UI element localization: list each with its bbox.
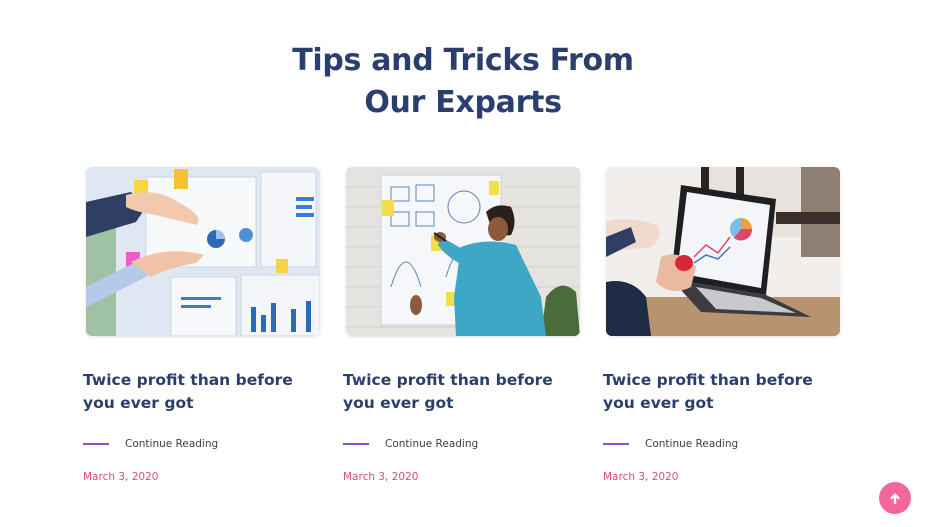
post-image-whiteboard[interactable] [346,167,580,336]
blog-section: Tips and Tricks From Our Exparts Twice p… [0,0,931,527]
section-title-line-1: Tips and Tricks From [292,43,634,78]
continue-reading-link[interactable]: Continue Reading [385,438,478,450]
continue-reading-link[interactable]: Continue Reading [125,438,218,450]
blog-card: Twice profit than before you ever got Co… [603,167,843,483]
blog-card: Twice profit than before you ever got Co… [83,167,323,483]
blog-card: Twice profit than before you ever got Co… [343,167,583,483]
accent-divider [83,443,109,445]
continue-reading-link[interactable]: Continue Reading [645,438,738,450]
section-title-line-2: Our Exparts [364,85,562,120]
post-title[interactable]: Twice profit than before you ever got [343,369,573,415]
post-title[interactable]: Twice profit than before you ever got [83,369,313,415]
continue-reading-row: Continue Reading [603,437,843,451]
post-date: March 3, 2020 [83,471,159,483]
accent-divider [603,443,629,445]
scroll-to-top-button[interactable] [879,482,911,514]
continue-reading-row: Continue Reading [343,437,583,451]
accent-divider [343,443,369,445]
post-date: March 3, 2020 [603,471,679,483]
post-date: March 3, 2020 [343,471,419,483]
post-image-laptop[interactable] [606,167,840,336]
continue-reading-row: Continue Reading [83,437,323,451]
post-image-business-charts[interactable] [86,167,320,336]
section-title: Tips and Tricks From Our Exparts [0,40,926,124]
arrow-up-icon [890,492,900,504]
post-title[interactable]: Twice profit than before you ever got [603,369,833,415]
